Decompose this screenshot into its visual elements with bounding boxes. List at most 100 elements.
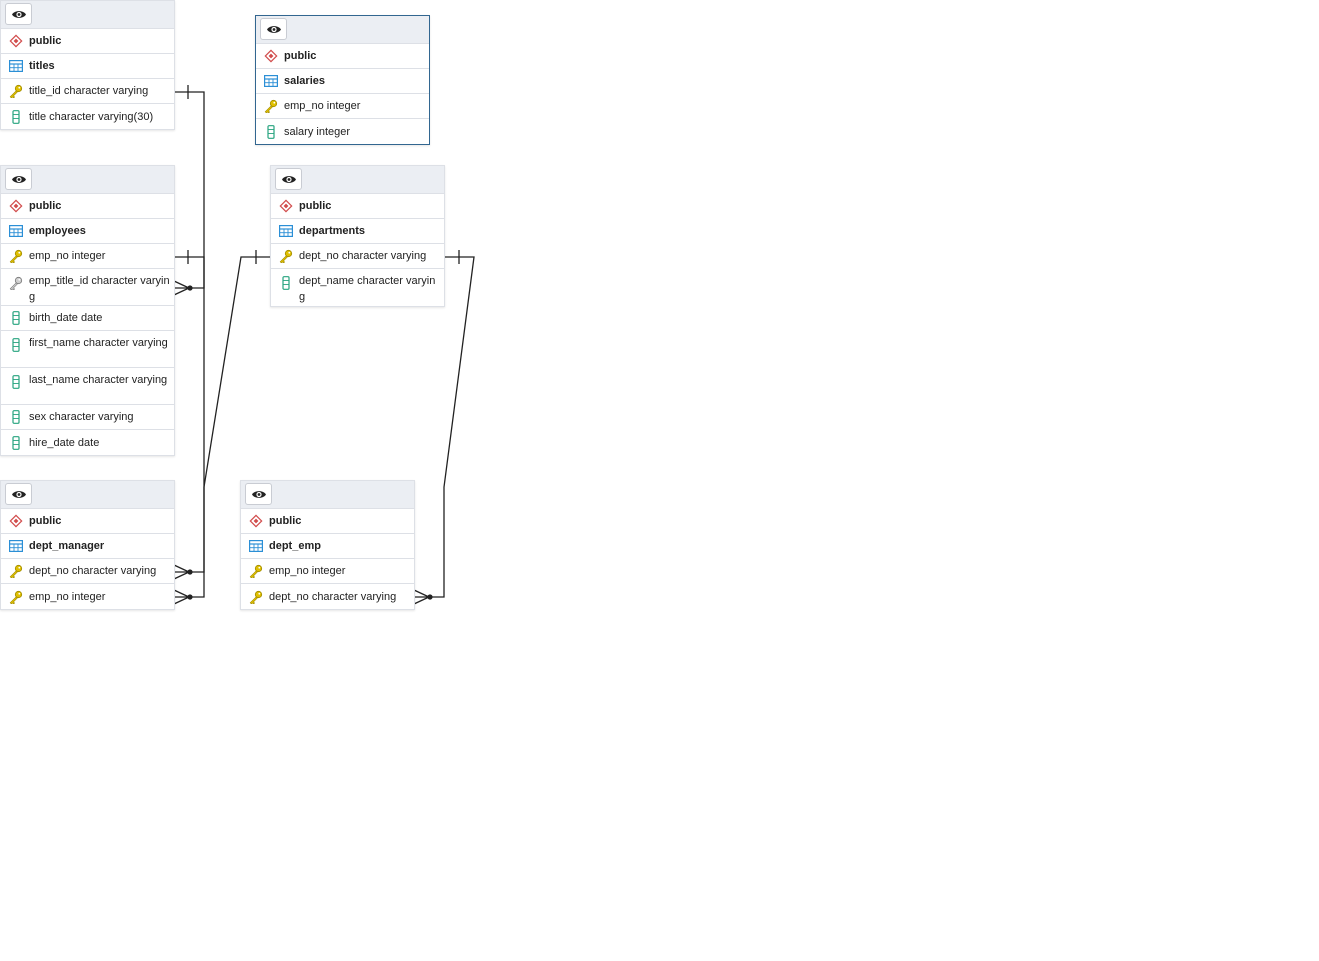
column-icon [9,435,23,450]
column-label: emp_no integer [284,100,361,112]
column-row[interactable]: title_id character varying [1,79,174,104]
table-name-row: departments [271,219,444,244]
column-icon [9,410,23,424]
table-grid-icon [9,539,23,553]
column-icon [9,375,23,389]
table-name: dept_manager [29,540,105,552]
schema-label: public [269,515,302,527]
table-grid-icon [9,59,23,73]
column-icon [9,109,23,124]
key-icon [9,590,23,604]
table-node-titles[interactable]: public titles title_id character varying… [0,0,175,130]
table-node-header [271,166,444,194]
column-row[interactable]: last_name character varying [1,368,174,405]
schema-diamond-icon [9,34,23,48]
key-icon [279,249,293,263]
table-name: titles [29,60,55,72]
eye-icon [11,489,27,500]
table-node-dept-emp[interactable]: public dept_emp emp_no integer dept_no c… [240,480,415,610]
link-employees-dept-manager[interactable] [173,250,205,605]
column-row[interactable]: salary integer [256,119,429,144]
table-name: employees [29,225,86,237]
table-name-row: titles [1,54,174,79]
schema-row: public [1,194,174,219]
table-node-salaries[interactable]: public salaries emp_no integer salary in… [255,15,430,145]
column-label: emp_no integer [29,590,106,603]
column-label: dept_no character varying [299,250,427,262]
view-details-button[interactable] [260,18,287,40]
column-label: dept_no character varying [269,590,397,603]
column-label: sex character varying [29,411,134,423]
column-row[interactable]: emp_no integer [1,584,174,609]
key-icon [9,249,23,263]
schema-row: public [271,194,444,219]
column-label: dept_no character varying [29,565,157,577]
column-label: first_name character varying [29,337,168,349]
column-row[interactable]: emp_no integer [1,244,174,269]
column-row[interactable]: sex character varying [1,405,174,430]
table-node-employees[interactable]: public employees emp_no integer emp_titl… [0,165,175,456]
column-icon [264,124,278,139]
column-label: last_name character varying [29,374,168,386]
column-label: salary integer [284,125,351,138]
column-row[interactable]: emp_no integer [256,94,429,119]
schema-label: public [299,200,332,212]
column-row[interactable]: hire_date date [1,430,174,455]
schema-label: public [29,200,62,212]
eye-icon [266,24,282,35]
key-icon [9,84,23,98]
schema-diamond-icon [9,199,23,213]
column-row[interactable]: birth_date date [1,306,174,331]
column-label: hire_date date [29,436,100,449]
foreign-key-icon [9,276,23,290]
schema-row: public [256,44,429,69]
key-icon [249,590,263,604]
column-label: title character varying(30) [29,110,154,123]
schema-row: public [1,509,174,534]
column-label: birth_date date [29,312,103,324]
eye-icon [11,174,27,185]
table-node-header [1,481,174,509]
schema-row: public [1,29,174,54]
view-details-button[interactable] [5,483,32,505]
table-name: salaries [284,75,325,87]
column-row[interactable]: dept_no character varying [241,584,414,609]
table-node-header [1,166,174,194]
table-node-departments[interactable]: public departments dept_no character var… [270,165,445,307]
column-row[interactable]: title character varying(30) [1,104,174,129]
schema-diamond-icon [264,49,278,63]
table-node-dept-manager[interactable]: public dept_manager dept_no character va… [0,480,175,610]
eye-icon [251,489,267,500]
key-icon [9,564,23,578]
table-name-row: dept_manager [1,534,174,559]
view-details-button[interactable] [5,168,32,190]
column-row[interactable]: first_name character varying [1,331,174,368]
column-label: emp_no integer [29,250,106,262]
table-grid-icon [249,539,263,553]
schema-diamond-icon [279,199,293,213]
view-details-button[interactable] [275,168,302,190]
schema-diamond-icon [9,514,23,528]
column-label: title_id character varying [29,85,149,97]
key-icon [264,99,278,113]
column-row[interactable]: dept_name character varying [271,269,444,306]
table-node-header [241,481,414,509]
link-titles-employees[interactable] [173,85,205,296]
eye-icon [281,174,297,185]
column-row[interactable]: dept_no character varying [1,559,174,584]
schema-label: public [29,515,62,527]
key-icon [249,564,263,578]
table-name: departments [299,225,366,237]
schema-label: public [284,50,317,62]
relationship-links [173,85,475,605]
table-node-header [1,1,174,29]
column-icon [279,276,293,290]
erd-canvas[interactable]: public titles title_id character varying… [0,0,1319,961]
table-name: dept_emp [269,540,321,552]
view-details-button[interactable] [245,483,272,505]
column-label: dept_name character varying [299,275,436,303]
view-details-button[interactable] [5,3,32,25]
column-row[interactable]: dept_no character varying [271,244,444,269]
column-row[interactable]: emp_title_id character varying [1,269,174,306]
column-row[interactable]: emp_no integer [241,559,414,584]
